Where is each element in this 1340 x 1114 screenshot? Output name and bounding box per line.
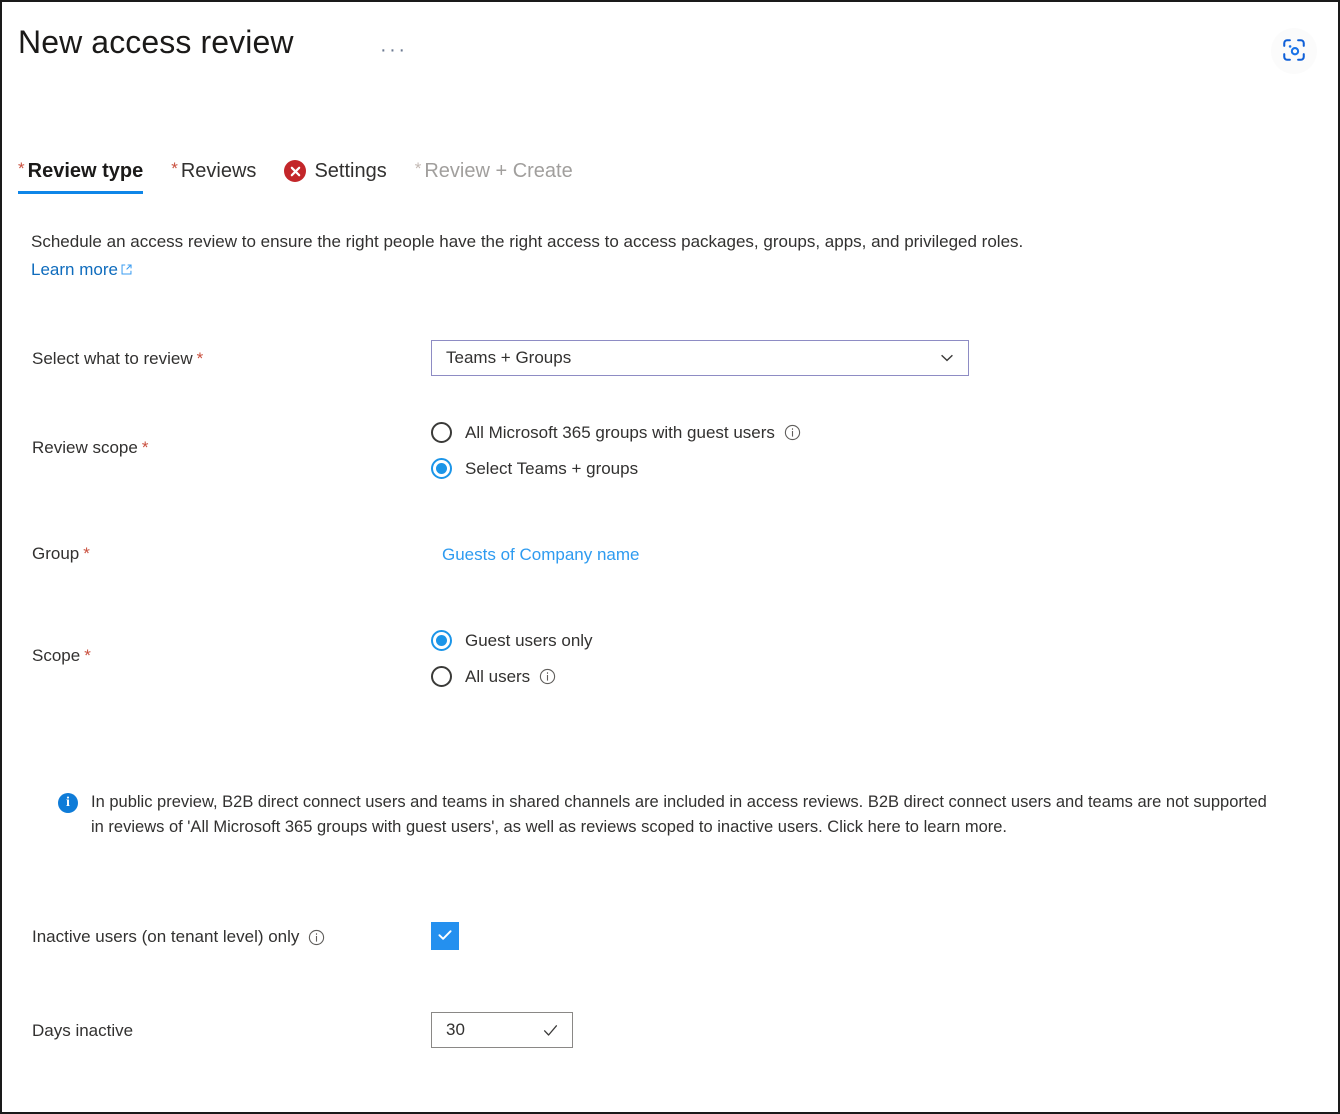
banner-text: In public preview, B2B direct connect us… bbox=[91, 790, 1282, 840]
checkmark-icon bbox=[541, 1021, 560, 1040]
label-text: Scope bbox=[32, 646, 80, 665]
radio-guest-users-only[interactable]: Guest users only bbox=[431, 630, 593, 651]
days-inactive-value: 30 bbox=[446, 1020, 465, 1040]
info-icon[interactable] bbox=[784, 424, 801, 441]
info-icon: i bbox=[58, 793, 78, 813]
new-access-review-blade: New access review ··· * Review type * R bbox=[0, 0, 1340, 1114]
inactive-users-checkbox[interactable] bbox=[431, 922, 459, 950]
days-inactive-label: Days inactive bbox=[32, 1020, 133, 1042]
days-inactive-input[interactable]: 30 bbox=[431, 1012, 573, 1048]
info-icon[interactable] bbox=[308, 929, 325, 946]
radio-label: Select Teams + groups bbox=[465, 459, 638, 479]
radio-circle-icon bbox=[431, 666, 452, 687]
chevron-down-icon bbox=[938, 349, 956, 367]
required-asterisk: * bbox=[197, 349, 204, 368]
label-text: Review scope bbox=[32, 438, 138, 457]
public-preview-info-banner: i In public preview, B2B direct connect … bbox=[58, 790, 1282, 840]
required-asterisk: * bbox=[84, 646, 91, 665]
radio-all-users[interactable]: All users bbox=[431, 666, 593, 687]
radio-label: All Microsoft 365 groups with guest user… bbox=[465, 423, 775, 443]
select-what-to-review-dropdown[interactable]: Teams + Groups bbox=[431, 340, 969, 376]
radio-circle-icon bbox=[431, 630, 452, 651]
radio-circle-icon bbox=[431, 422, 452, 443]
radio-label: Guest users only bbox=[465, 631, 593, 651]
scope-label: Scope* bbox=[32, 645, 91, 667]
checkmark-icon bbox=[436, 926, 454, 947]
radio-select-teams-groups[interactable]: Select Teams + groups bbox=[431, 458, 801, 479]
radio-all-m365-groups-with-guest-users[interactable]: All Microsoft 365 groups with guest user… bbox=[431, 422, 801, 443]
scope-radio-group: Guest users only All users bbox=[431, 630, 593, 687]
label-text: Inactive users (on tenant level) only bbox=[32, 926, 299, 948]
review-type-form: Select what to review* Teams + Groups Re… bbox=[2, 2, 1338, 1112]
inactive-users-label: Inactive users (on tenant level) only bbox=[32, 926, 325, 948]
required-asterisk: * bbox=[142, 438, 149, 457]
review-scope-radio-group: All Microsoft 365 groups with guest user… bbox=[431, 422, 801, 479]
dropdown-value: Teams + Groups bbox=[446, 348, 571, 368]
label-text: Group bbox=[32, 544, 79, 563]
info-icon[interactable] bbox=[539, 668, 556, 685]
group-value-link[interactable]: Guests of Company name bbox=[442, 545, 639, 564]
radio-label: All users bbox=[465, 667, 530, 687]
review-scope-label: Review scope* bbox=[32, 437, 148, 459]
select-what-to-review-label: Select what to review* bbox=[32, 348, 203, 370]
required-asterisk: * bbox=[83, 544, 90, 563]
group-label: Group* bbox=[32, 543, 90, 565]
radio-circle-icon bbox=[431, 458, 452, 479]
label-text: Select what to review bbox=[32, 349, 193, 368]
